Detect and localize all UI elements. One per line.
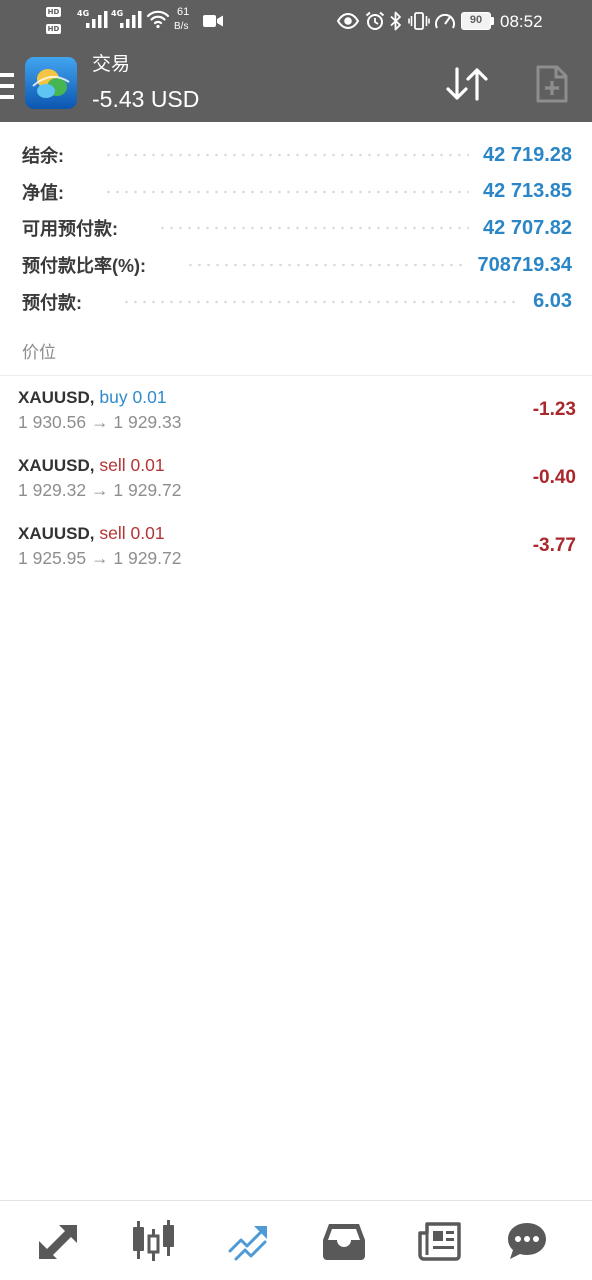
- position-symbol: XAUUSD: [18, 456, 90, 475]
- dotted-leader: [158, 226, 470, 231]
- account-row-margin: 预付款: 6.03: [0, 283, 592, 320]
- symbol-separator: ,: [89, 456, 95, 475]
- trade-icon: [228, 1225, 267, 1260]
- app-logo[interactable]: [24, 56, 78, 110]
- sort-icon[interactable]: [444, 66, 490, 102]
- nav-trade[interactable]: [219, 1201, 279, 1280]
- position-volume: 0.01: [130, 455, 165, 475]
- bluetooth-icon: [390, 11, 401, 31]
- position-type: sell: [99, 455, 126, 475]
- position-profit: -0.40: [532, 467, 576, 488]
- news-icon: [418, 1221, 461, 1261]
- current-price: 1 929.72: [113, 548, 182, 568]
- account-value: 42 713.85: [483, 180, 572, 203]
- chart-icon: [133, 1219, 174, 1261]
- account-value: 6.03: [533, 290, 572, 313]
- new-document-icon[interactable]: [535, 65, 569, 103]
- positions-section-title: 价位: [0, 320, 592, 376]
- battery-icon: [491, 17, 494, 25]
- menu-icon[interactable]: [0, 73, 14, 99]
- position-volume: 0.01: [132, 387, 167, 407]
- position-prices: 1 930.56 → 1 929.33: [18, 410, 576, 434]
- eye-icon: [337, 13, 359, 29]
- nav-chat[interactable]: [497, 1201, 557, 1280]
- position-title: XAUUSD, buy 0.01: [18, 385, 576, 410]
- gauge-icon: [435, 13, 455, 29]
- position-order: buy 0.01: [99, 387, 166, 407]
- position-type: buy: [99, 387, 128, 407]
- position-symbol: XAUUSD: [18, 524, 90, 543]
- account-value: 42 719.28: [483, 143, 572, 166]
- net-speed-value: 61: [177, 6, 190, 18]
- account-row-margin-level: 预付款比率(%): 708719.34: [0, 247, 592, 284]
- open-price: 1 925.95: [18, 548, 87, 568]
- account-row-free-margin: 可用预付款: 42 707.82: [0, 210, 592, 247]
- open-price: 1 930.56: [18, 412, 87, 432]
- account-label: 结余:: [22, 146, 64, 167]
- page-title: 交易: [92, 54, 131, 75]
- position-order: sell 0.01: [99, 455, 164, 475]
- vibrate-icon: [408, 12, 430, 30]
- position-title: XAUUSD, sell 0.01: [18, 521, 576, 546]
- price-arrow: →: [91, 480, 109, 500]
- account-label: 可用预付款:: [22, 219, 118, 240]
- nav-news[interactable]: [410, 1201, 470, 1280]
- dotted-leader: [104, 189, 470, 194]
- sim1-hd-badge: HD: [46, 7, 61, 17]
- position-symbol: XAUUSD: [18, 388, 90, 407]
- nav-history[interactable]: [314, 1201, 374, 1280]
- account-label: 预付款:: [22, 292, 82, 313]
- price-arrow: →: [91, 412, 109, 432]
- video-camera-icon: [203, 15, 223, 27]
- open-price: 1 929.32: [18, 480, 87, 500]
- price-arrow: →: [91, 548, 109, 568]
- status-bar: HD HD 4G 4G 61 B/s 90 08:52: [0, 0, 592, 44]
- status-time: 08:52: [500, 12, 543, 31]
- signal-icon: [86, 11, 108, 28]
- position-prices: 1 929.32 → 1 929.72: [18, 478, 576, 502]
- sim2-hd-badge: HD: [46, 24, 61, 34]
- battery-level: 90: [461, 12, 491, 30]
- quotes-icon: [39, 1224, 77, 1259]
- wifi-icon: [146, 10, 170, 29]
- account-row-equity: 净值: 42 713.85: [0, 174, 592, 211]
- position-title: XAUUSD, sell 0.01: [18, 453, 576, 478]
- net-speed-unit: B/s: [174, 21, 189, 32]
- position-row[interactable]: XAUUSD, buy 0.01 1 930.56 → 1 929.33 -1.…: [0, 376, 592, 444]
- dotted-leader: [186, 263, 464, 268]
- account-value: 42 707.82: [483, 216, 572, 239]
- dotted-leader: [122, 299, 520, 304]
- nav-quotes[interactable]: [28, 1201, 88, 1280]
- position-profit: -3.77: [532, 535, 576, 556]
- chat-icon: [508, 1222, 546, 1259]
- position-volume: 0.01: [130, 523, 165, 543]
- symbol-separator: ,: [89, 388, 95, 407]
- account-summary: 结余: 42 719.28 净值: 42 713.85 可用预付款: 42 70…: [0, 122, 592, 320]
- position-order: sell 0.01: [99, 523, 164, 543]
- app-header: 交易 -5.43 USD: [0, 44, 592, 122]
- position-prices: 1 925.95 → 1 929.72: [18, 546, 576, 570]
- bottom-navigation: [0, 1200, 592, 1280]
- current-price: 1 929.33: [113, 412, 182, 432]
- dotted-leader: [104, 153, 470, 158]
- current-price: 1 929.72: [113, 480, 182, 500]
- account-label: 净值:: [22, 182, 64, 203]
- account-label: 预付款比率(%):: [22, 256, 146, 277]
- account-row-balance: 结余: 42 719.28: [0, 137, 592, 174]
- floating-profit: -5.43 USD: [92, 86, 200, 112]
- alarm-icon: [365, 11, 385, 30]
- position-type: sell: [99, 523, 126, 543]
- position-row[interactable]: XAUUSD, sell 0.01 1 925.95 → 1 929.72 -3…: [0, 512, 592, 580]
- nav-chart[interactable]: [123, 1201, 183, 1280]
- position-row[interactable]: XAUUSD, sell 0.01 1 929.32 → 1 929.72 -0…: [0, 444, 592, 512]
- signal-icon: [120, 11, 142, 28]
- history-icon: [323, 1223, 365, 1260]
- position-profit: -1.23: [532, 399, 576, 420]
- positions-list: XAUUSD, buy 0.01 1 930.56 → 1 929.33 -1.…: [0, 376, 592, 580]
- account-value: 708719.34: [477, 253, 572, 276]
- symbol-separator: ,: [89, 524, 95, 543]
